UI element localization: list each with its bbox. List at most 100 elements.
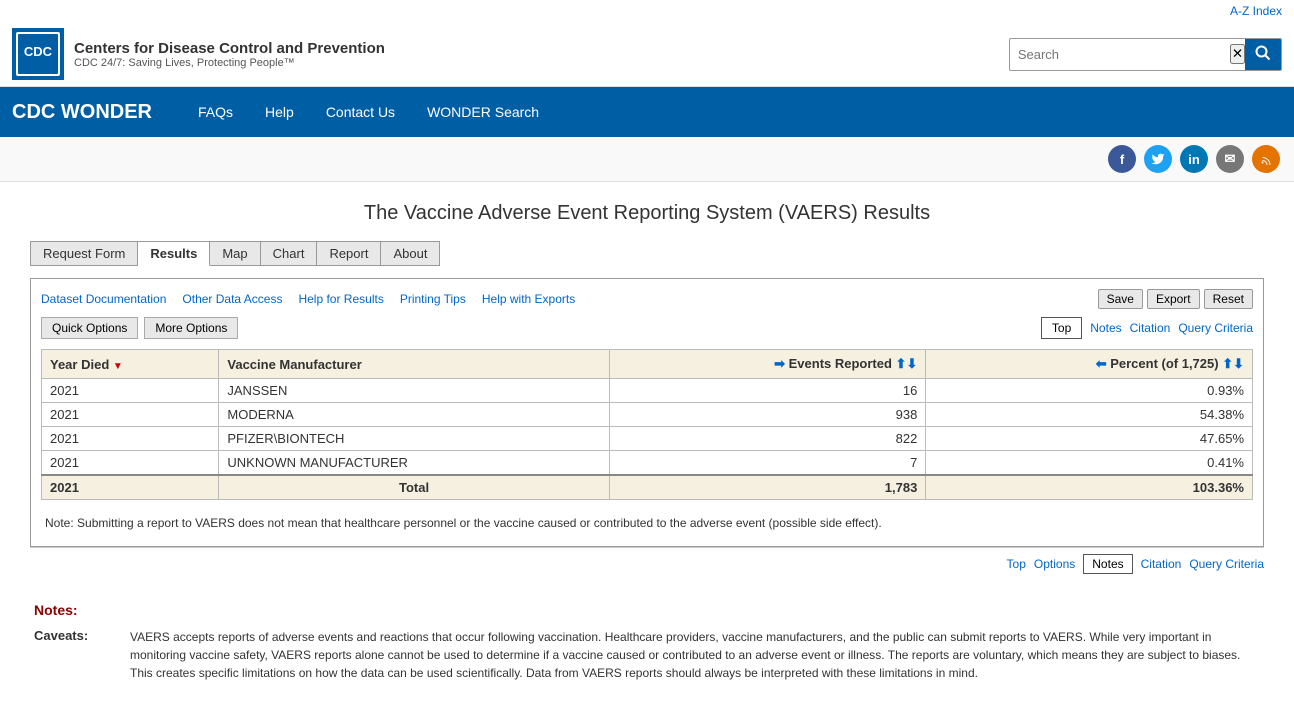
sort-arrow-year: ▼ (113, 361, 123, 372)
table-row: 2021 PFIZER\BIONTECH 822 47.65% (42, 427, 1253, 451)
tab-map[interactable]: Map (210, 241, 260, 266)
search-input[interactable] (1010, 41, 1230, 68)
col-percent: ⬅ Percent (of 1,725) ⬆⬇ (926, 350, 1253, 379)
tab-report[interactable]: Report (317, 241, 381, 266)
save-button[interactable]: Save (1098, 289, 1143, 309)
org-name: Centers for Disease Control and Preventi… (74, 40, 385, 57)
rss-icon[interactable] (1252, 145, 1280, 173)
export-button[interactable]: Export (1147, 289, 1200, 309)
email-icon[interactable]: ✉ (1216, 145, 1244, 173)
total-events: 1,783 (609, 475, 926, 500)
dataset-doc-link[interactable]: Dataset Documentation (41, 292, 166, 306)
sort-arrows-events: ⬆⬇ (896, 356, 918, 371)
note-text: Note: Submitting a report to VAERS does … (41, 510, 1253, 536)
twitter-icon[interactable] (1144, 145, 1172, 173)
total-percent: 103.36% (926, 475, 1253, 500)
caveats-body: VAERS accepts reports of adverse events … (130, 628, 1260, 682)
other-data-link[interactable]: Other Data Access (182, 292, 282, 306)
main-content: The Vaccine Adverse Event Reporting Syst… (0, 182, 1294, 720)
total-row: 2021 Total 1,783 103.36% (42, 475, 1253, 500)
cell-percent: 0.41% (926, 451, 1253, 476)
tab-chart[interactable]: Chart (261, 241, 318, 266)
total-year: 2021 (42, 475, 219, 500)
total-label: Total (219, 475, 609, 500)
table-row: 2021 UNKNOWN MANUFACTURER 7 0.41% (42, 451, 1253, 476)
search-form: ✕ (1009, 38, 1282, 71)
help-results-link[interactable]: Help for Results (298, 292, 383, 306)
bottom-top-link[interactable]: Top (1007, 557, 1026, 571)
tabs: Request Form Results Map Chart Report Ab… (30, 241, 1264, 266)
sort-arrows-percent: ⬆⬇ (1222, 356, 1244, 371)
options-row: Quick Options More Options Top Notes Cit… (41, 317, 1253, 339)
query-criteria-link-top[interactable]: Query Criteria (1178, 321, 1253, 335)
facebook-icon[interactable]: f (1108, 145, 1136, 173)
cell-events: 7 (609, 451, 926, 476)
bottom-query-criteria-link[interactable]: Query Criteria (1189, 557, 1264, 571)
cell-events: 822 (609, 427, 926, 451)
cell-events: 16 (609, 379, 926, 403)
cell-year: 2021 (42, 427, 219, 451)
caveats-row: Caveats: VAERS accepts reports of advers… (34, 628, 1260, 682)
caveats-label: Caveats: (34, 628, 114, 682)
table-row: 2021 JANSSEN 16 0.93% (42, 379, 1253, 403)
site-brand: CDC WONDER (12, 101, 152, 124)
nav-help[interactable]: Help (249, 90, 310, 134)
quick-options-button[interactable]: Quick Options (41, 317, 138, 339)
az-index-link[interactable]: A-Z Index (1230, 4, 1282, 18)
tab-about[interactable]: About (381, 241, 440, 266)
org-tagline: CDC 24/7: Saving Lives, Protecting Peopl… (74, 57, 385, 69)
logo-area: CDC Centers for Disease Control and Prev… (12, 28, 385, 80)
cell-percent: 47.65% (926, 427, 1253, 451)
cell-manufacturer: PFIZER\BIONTECH (219, 427, 609, 451)
citation-link-top[interactable]: Citation (1130, 321, 1171, 335)
cell-year: 2021 (42, 451, 219, 476)
cell-year: 2021 (42, 403, 219, 427)
top-button[interactable]: Top (1041, 317, 1082, 339)
percent-arrow-icon: ⬅ (1096, 356, 1107, 371)
bottom-citation-link[interactable]: Citation (1141, 557, 1182, 571)
notes-title: Notes: (34, 602, 1260, 618)
svg-text:CDC: CDC (24, 44, 53, 59)
cdc-logo: CDC (12, 28, 64, 80)
notes-section: Notes: Caveats: VAERS accepts reports of… (30, 592, 1264, 700)
cell-year: 2021 (42, 379, 219, 403)
search-clear-button[interactable]: ✕ (1230, 44, 1245, 64)
action-buttons: Save Export Reset (1098, 289, 1253, 309)
cell-manufacturer: MODERNA (219, 403, 609, 427)
events-arrow-icon: ➡ (774, 356, 785, 371)
search-submit-button[interactable] (1245, 39, 1281, 70)
nav-wonder-search[interactable]: WONDER Search (411, 90, 555, 134)
table-row: 2021 MODERNA 938 54.38% (42, 403, 1253, 427)
links-row: Dataset Documentation Other Data Access … (41, 289, 1253, 309)
page-title: The Vaccine Adverse Event Reporting Syst… (30, 202, 1264, 225)
notes-link-top[interactable]: Notes (1090, 321, 1121, 335)
bottom-notes-button[interactable]: Notes (1083, 554, 1132, 574)
tab-request-form[interactable]: Request Form (30, 241, 138, 266)
bottom-links: Top Options Notes Citation Query Criteri… (30, 547, 1264, 580)
options-right: Top Notes Citation Query Criteria (1041, 317, 1253, 339)
col-vaccine-manufacturer: Vaccine Manufacturer (219, 350, 609, 379)
linkedin-icon[interactable]: in (1180, 145, 1208, 173)
site-header: CDC Centers for Disease Control and Prev… (0, 22, 1294, 87)
nav-faqs[interactable]: FAQs (182, 90, 249, 134)
social-bar: f in ✉ (0, 137, 1294, 182)
cell-manufacturer: UNKNOWN MANUFACTURER (219, 451, 609, 476)
org-text: Centers for Disease Control and Preventi… (74, 40, 385, 69)
results-box: Dataset Documentation Other Data Access … (30, 278, 1264, 547)
col-year-died: Year Died ▼ (42, 350, 219, 379)
help-exports-link[interactable]: Help with Exports (482, 292, 575, 306)
cell-events: 938 (609, 403, 926, 427)
main-nav: FAQs Help Contact Us WONDER Search (182, 90, 555, 134)
reset-button[interactable]: Reset (1204, 289, 1253, 309)
cell-manufacturer: JANSSEN (219, 379, 609, 403)
nav-contact[interactable]: Contact Us (310, 90, 411, 134)
top-bar: A-Z Index (0, 0, 1294, 22)
bottom-options-link[interactable]: Options (1034, 557, 1075, 571)
results-table: Year Died ▼ Vaccine Manufacturer ➡ Event… (41, 349, 1253, 500)
cell-percent: 0.93% (926, 379, 1253, 403)
tab-results[interactable]: Results (138, 241, 210, 266)
more-options-button[interactable]: More Options (144, 317, 238, 339)
cell-percent: 54.38% (926, 403, 1253, 427)
nav-bar: CDC WONDER FAQs Help Contact Us WONDER S… (0, 87, 1294, 137)
printing-tips-link[interactable]: Printing Tips (400, 292, 466, 306)
